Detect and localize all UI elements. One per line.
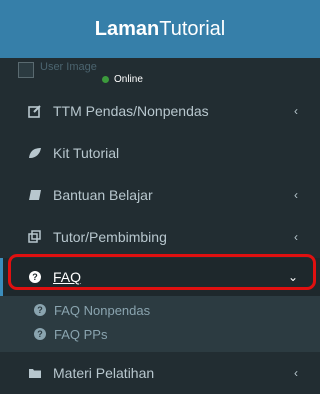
- brand-bold: Laman: [94, 17, 160, 40]
- chevron-left-icon: ‹: [294, 230, 298, 244]
- avatar-alt-text: User Image: [40, 61, 97, 73]
- sidebar-item-tutor-pembimbing[interactable]: Tutor/Pembimbing ‹: [0, 216, 320, 258]
- chevron-left-icon: ‹: [294, 104, 298, 118]
- sidebar-brand[interactable]: Laman Tutorial: [0, 0, 320, 58]
- question-circle-icon: ?: [34, 304, 46, 316]
- submenu-item-label: FAQ Nonpendas: [54, 302, 151, 318]
- sidebar-menu: TTM Pendas/Nonpendas ‹ Kit Tutorial Bant…: [0, 90, 320, 394]
- online-label: Online: [114, 74, 143, 85]
- chevron-left-icon: ‹: [294, 366, 298, 380]
- question-circle-icon: ?: [34, 328, 46, 340]
- book-icon: [28, 188, 42, 202]
- online-dot-icon: [102, 76, 109, 83]
- sidebar-item-bantuan-belajar[interactable]: Bantuan Belajar ‹: [0, 174, 320, 216]
- submenu-item-faq-nonpendas[interactable]: ? FAQ Nonpendas: [0, 298, 320, 322]
- copy-icon: [28, 230, 42, 244]
- sidebar-item-label: Tutor/Pembimbing: [53, 229, 167, 245]
- sidebar-item-materi-pelatihan[interactable]: Materi Pelatihan ‹: [0, 352, 320, 394]
- sidebar-item-faq[interactable]: ? FAQ ⌄: [0, 258, 320, 296]
- sidebar-item-label: FAQ: [53, 269, 82, 285]
- online-status[interactable]: Online: [102, 74, 143, 85]
- submenu-item-faq-pps[interactable]: ? FAQ PPs: [0, 322, 320, 346]
- chevron-left-icon: ‹: [294, 188, 298, 202]
- folder-icon: [28, 366, 42, 380]
- sidebar-item-label: TTM Pendas/Nonpendas: [53, 103, 209, 119]
- submenu-item-label: FAQ PPs: [54, 326, 108, 342]
- sidebar-item-ttm[interactable]: TTM Pendas/Nonpendas ‹: [0, 90, 320, 132]
- sidebar-item-label: Bantuan Belajar: [53, 187, 153, 203]
- sidebar-item-label: Materi Pelatihan: [53, 365, 155, 381]
- chevron-down-icon: ⌄: [288, 270, 299, 284]
- user-panel: User Image Online: [0, 58, 320, 90]
- leaf-icon: [28, 146, 42, 160]
- avatar: [18, 62, 34, 78]
- question-circle-icon: ?: [28, 270, 42, 284]
- brand-light: Tutorial: [159, 17, 226, 40]
- faq-submenu: ? FAQ Nonpendas ? FAQ PPs: [0, 296, 320, 352]
- edit-icon: [28, 104, 42, 118]
- sidebar-item-label: Kit Tutorial: [53, 145, 120, 161]
- sidebar-item-kit-tutorial[interactable]: Kit Tutorial: [0, 132, 320, 174]
